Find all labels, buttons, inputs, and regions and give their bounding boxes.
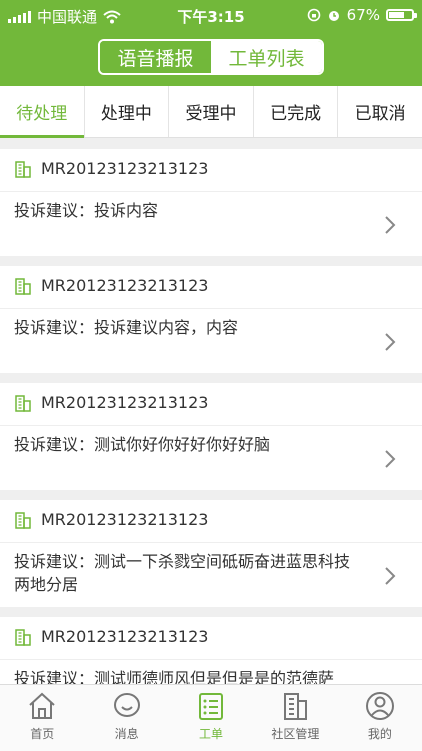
tab-completed[interactable]: 已完成	[254, 86, 339, 137]
building-icon	[15, 395, 31, 412]
battery-icon	[386, 9, 417, 21]
chat-bubble-icon	[113, 693, 140, 717]
bottom-nav: 首页 消息 工单 社区管理 我的	[0, 684, 422, 751]
order-id: MR20123123213123	[41, 510, 209, 529]
tab-processing[interactable]: 处理中	[85, 86, 170, 137]
order-content: 投诉建议：测试一下杀戮空间砥砺奋进蓝思科技两地分居	[14, 552, 351, 594]
order-content: 投诉建议：测试你好你好好你好好脑	[14, 435, 271, 454]
order-id: MR20123123213123	[41, 627, 209, 646]
order-id: MR20123123213123	[41, 276, 209, 295]
battery-percent: 67%	[346, 6, 380, 24]
tab-pending[interactable]: 待处理	[0, 86, 85, 138]
order-card[interactable]: MR20123123213123 投诉建议：投诉建议内容，内容	[0, 266, 422, 373]
building-icon	[15, 629, 31, 646]
order-list: MR20123123213123 投诉建议：投诉内容 MR20123123213…	[0, 138, 422, 684]
order-card[interactable]: MR20123123213123 投诉建议：测试师德师风但是但是是的范德萨	[0, 617, 422, 684]
rotation-lock-icon	[307, 8, 320, 22]
alarm-icon	[328, 11, 339, 21]
nav-mine[interactable]: 我的	[338, 685, 422, 751]
segment-order-list[interactable]: 工单列表	[211, 41, 322, 73]
order-id: MR20123123213123	[41, 159, 209, 178]
nav-home[interactable]: 首页	[0, 685, 84, 751]
order-content: 投诉建议：投诉内容	[14, 201, 159, 220]
segmented-control: 语音播报 工单列表	[98, 39, 324, 75]
building-icon	[15, 161, 31, 178]
status-bar: 中国联通 下午3:15 67%	[0, 0, 422, 30]
status-tabs: 待处理 处理中 受理中 已完成 已取消	[0, 86, 422, 138]
order-id: MR20123123213123	[41, 393, 209, 412]
order-card[interactable]: MR20123123213123 投诉建议：测试一下杀戮空间砥砺奋进蓝思科技两地…	[0, 500, 422, 607]
building-icon	[15, 512, 31, 529]
order-card[interactable]: MR20123123213123 投诉建议：投诉内容	[0, 149, 422, 256]
segment-voice-broadcast[interactable]: 语音播报	[100, 41, 211, 73]
order-content: 投诉建议：投诉建议内容，内容	[14, 318, 239, 337]
chevron-right-icon	[385, 450, 396, 468]
nav-orders[interactable]: 工单	[169, 685, 253, 751]
home-icon	[29, 692, 55, 719]
chevron-right-icon	[385, 567, 396, 585]
order-content: 投诉建议：测试师德师风但是但是是的范德萨	[14, 669, 335, 684]
chevron-right-icon	[385, 333, 396, 351]
tab-accepted[interactable]: 受理中	[169, 86, 254, 137]
chevron-right-icon	[385, 216, 396, 234]
user-icon	[365, 692, 394, 720]
building-icon	[15, 278, 31, 295]
app-header: 语音播报 工单列表	[0, 30, 422, 86]
order-card[interactable]: MR20123123213123 投诉建议：测试你好你好好你好好脑	[0, 383, 422, 490]
building-icon	[284, 693, 308, 720]
tab-cancelled[interactable]: 已取消	[338, 86, 422, 137]
nav-community[interactable]: 社区管理	[253, 685, 337, 751]
nav-messages[interactable]: 消息	[84, 685, 168, 751]
list-icon	[199, 693, 224, 720]
